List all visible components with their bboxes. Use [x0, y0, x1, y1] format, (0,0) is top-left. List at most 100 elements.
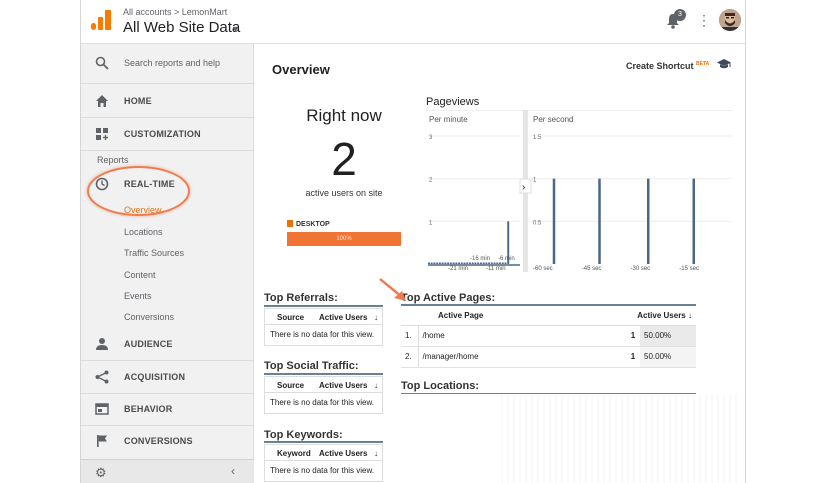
- sort-arrow-icon[interactable]: ↓: [374, 445, 378, 462]
- annotation-highlight-oval: [87, 166, 190, 216]
- chart-bar: [482, 262, 485, 264]
- chevron-right-icon[interactable]: ›: [522, 182, 525, 193]
- keywords-table-header: Keyword Active Users ↓: [264, 444, 383, 461]
- col-keyword[interactable]: Keyword: [277, 445, 311, 462]
- sidebar-item-label: HOME: [124, 96, 152, 106]
- sidebar-subitem-locations[interactable]: Locations: [124, 227, 163, 237]
- sidebar-subitem-traffic-sources[interactable]: Traffic Sources: [124, 248, 184, 258]
- social-empty: There is no data for this view.: [264, 393, 383, 414]
- legend-swatch: [287, 220, 293, 227]
- annotation-arrow-icon: [379, 278, 406, 301]
- search-icon: [95, 56, 109, 70]
- x-tick-label: -30 sec: [631, 266, 651, 272]
- table-row[interactable]: 1. /home 1 50.00%: [401, 325, 696, 347]
- main-content: Overview Create Shortcut BETA Right now …: [254, 44, 745, 483]
- row-users: 1: [626, 325, 640, 346]
- sort-arrow-icon[interactable]: ↓: [374, 309, 378, 326]
- col-active-users[interactable]: Active Users: [319, 309, 367, 326]
- web-page-icon: [95, 403, 109, 415]
- active-users-count: 2: [331, 133, 357, 185]
- chart-bar: [474, 262, 477, 264]
- chart-bar: [490, 262, 493, 264]
- chart-bar: [460, 262, 463, 264]
- sidebar-subitem-events[interactable]: Events: [124, 291, 152, 301]
- top-keywords-title: Top Keywords:: [264, 429, 343, 441]
- col-source[interactable]: Source: [277, 309, 304, 326]
- sidebar-item-label: CUSTOMIZATION: [124, 129, 201, 139]
- sidebar: Search reports and help HOME CUSTOMIZATI…: [81, 44, 254, 483]
- row-index: 1.: [401, 325, 419, 347]
- locations-map[interactable]: [501, 394, 741, 483]
- per-second-label: Per second: [533, 115, 573, 124]
- gear-icon[interactable]: ⚙: [95, 465, 107, 481]
- chart-bar: [430, 262, 433, 264]
- col-active-users-label: Active Users: [637, 311, 686, 321]
- sidebar-item-conversions[interactable]: CONVERSIONS: [81, 425, 254, 457]
- sidebar-item-label: CONVERSIONS: [124, 436, 193, 446]
- y-tick-label: 1.5: [533, 135, 542, 141]
- create-shortcut-link[interactable]: Create Shortcut BETA: [626, 61, 709, 71]
- divider: [81, 150, 254, 151]
- social-table-header: Source Active Users ↓: [264, 376, 383, 393]
- graduation-cap-icon[interactable]: [716, 58, 732, 70]
- analytics-logo-icon[interactable]: [91, 10, 111, 30]
- row-index: 2.: [401, 346, 419, 368]
- referrals-table-header: Source Active Users ↓: [264, 308, 383, 325]
- sidebar-subitem-content[interactable]: Content: [124, 270, 156, 280]
- chart-bar: [504, 262, 507, 264]
- search-input[interactable]: Search reports and help: [124, 58, 220, 68]
- top-referrals-title: Top Referrals:: [264, 292, 338, 304]
- device-label: DESKTOP: [296, 221, 330, 228]
- table-row[interactable]: 2. /manager/home 1 50.00%: [401, 346, 696, 368]
- sidebar-item-behavior[interactable]: BEHAVIOR: [81, 393, 254, 425]
- top-bar: All accounts > LemonMart All Web Site Da…: [81, 0, 745, 44]
- collapse-sidebar-icon[interactable]: ‹: [231, 464, 235, 478]
- row-users: 1: [630, 351, 636, 361]
- divider: [401, 304, 696, 306]
- row-percent: 50.00%: [640, 325, 696, 346]
- sort-arrow-icon[interactable]: ↓: [374, 377, 378, 394]
- sidebar-item-label: ACQUISITION: [124, 372, 186, 382]
- row-users-cell: 1 50.00%: [626, 325, 696, 347]
- sidebar-item-customization[interactable]: CUSTOMIZATION: [81, 118, 254, 150]
- x-tick-label: -11 min: [486, 266, 506, 272]
- person-icon: [96, 338, 108, 350]
- property-selector[interactable]: All Web Site Data: [123, 19, 240, 36]
- row-page[interactable]: /manager/home: [418, 346, 626, 368]
- pageviews-chart: Per minute Per second › 123-21 min-16 mi…: [426, 110, 732, 272]
- chevron-down-icon[interactable]: ▼: [231, 24, 240, 34]
- col-active-users[interactable]: Active Users ↓: [626, 307, 696, 326]
- acquisition-icon: [95, 370, 109, 384]
- sidebar-item-acquisition[interactable]: ACQUISITION: [81, 361, 254, 393]
- col-active-users[interactable]: Active Users: [319, 377, 367, 394]
- row-percent: 50.00%: [640, 346, 696, 367]
- col-index: [401, 307, 418, 326]
- referrals-empty: There is no data for this view.: [264, 325, 383, 346]
- chart-bar: [479, 262, 482, 264]
- breadcrumb[interactable]: All accounts > LemonMart: [123, 7, 227, 17]
- pageviews-title: Pageviews: [426, 96, 480, 108]
- chart-bar: [598, 178, 601, 264]
- more-vert-icon[interactable]: ⋮: [697, 12, 711, 29]
- top-locations-title: Top Locations:: [401, 380, 480, 392]
- chart-bar: [438, 262, 441, 264]
- sidebar-item-home[interactable]: HOME: [81, 85, 254, 117]
- col-active-page[interactable]: Active Page: [418, 307, 626, 326]
- chart-bar: [441, 262, 444, 264]
- page-title: Overview: [272, 62, 330, 77]
- chart-bar: [485, 262, 488, 264]
- chart-bar: [488, 262, 491, 264]
- col-source[interactable]: Source: [277, 377, 304, 394]
- row-page[interactable]: /home: [418, 325, 626, 347]
- beta-badge: BETA: [696, 61, 710, 67]
- sidebar-subitem-conversions[interactable]: Conversions: [124, 312, 174, 322]
- chart-bar: [452, 262, 455, 264]
- col-active-users[interactable]: Active Users: [319, 445, 367, 462]
- sidebar-item-audience[interactable]: AUDIENCE: [81, 328, 254, 360]
- search-bar[interactable]: Search reports and help: [81, 44, 254, 84]
- avatar[interactable]: [719, 9, 741, 31]
- per-minute-label: Per minute: [429, 115, 468, 124]
- active-pages-table: Active Page Active Users ↓ 1. /home 1 50…: [401, 307, 696, 368]
- y-tick-label: 0.5: [533, 220, 542, 226]
- chart-bar: [433, 262, 436, 264]
